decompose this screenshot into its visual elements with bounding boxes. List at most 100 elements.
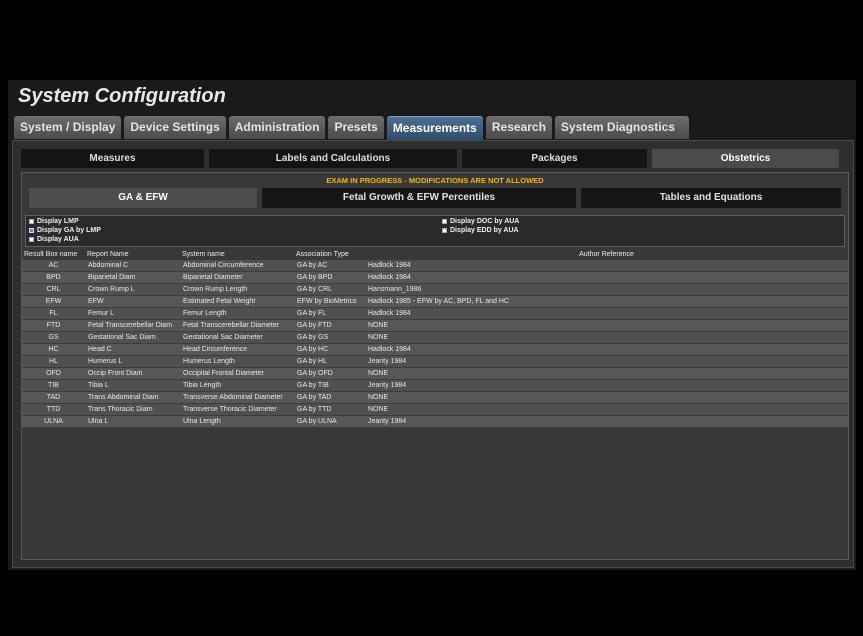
cell-author-reference: NONE [365,391,848,404]
cell-report-name: Humerus L [85,355,180,368]
display-edd-by-aua-checkbox[interactable] [442,228,447,233]
tab-research[interactable]: Research [485,116,552,139]
cell-report-name: Crown Rump L [85,283,180,296]
table-row[interactable]: HL Humerus L Humerus Length GA by HL Jeanty … [22,355,848,368]
display-ga-by-lmp-label: Display GA by LMP [37,227,101,234]
cell-association-type: GA by TTD [294,403,365,416]
cell-system-name: Crown Rump Length [180,283,294,296]
tab-tables-and-equations[interactable]: Tables and Equations [581,188,841,208]
display-lmp-option[interactable]: Display LMP [29,218,79,225]
table-header-row: Result Box name Report Name System name … [22,248,848,260]
tab-device-settings[interactable]: Device Settings [124,116,226,139]
table-row[interactable]: TIB Tibia L Tibia Length GA by TIB Jeanty 19… [22,379,848,392]
table-row[interactable]: FTD Fetal Transcerebellar Diam Fetal Trans… [22,319,848,332]
cell-author-reference: NONE [365,367,848,380]
cell-author-reference: NONE [365,331,848,344]
column-header-association-type[interactable]: Association Type [294,248,365,260]
table-row[interactable]: TTD Trans Thoracic Diam Transverse Thoraci… [22,403,848,416]
cell-result-box-name: CRL [22,283,85,296]
exam-in-progress-warning: EXAM IN PROGRESS - MODIFICATIONS ARE NOT… [326,176,544,185]
cell-author-reference: Hadlock 1984 [365,343,848,356]
cell-association-type: GA by HC [294,343,365,356]
table-row[interactable]: EFW EFW Estimated Fetal Weight EFW by BioMe… [22,295,848,308]
table-row[interactable]: FL Femur L Femur Length GA by FL Hadlock 198… [22,307,848,320]
tab-ga-efw[interactable]: GA & EFW [29,188,257,208]
cell-report-name: Gestational Sac Diam [85,331,180,344]
cell-author-reference: Hansmann_1986 [365,283,848,296]
column-header-system-name[interactable]: System name [180,248,294,260]
cell-author-reference: Jeanty 1984 [365,355,848,368]
cell-result-box-name: BPD [22,271,85,284]
table-row[interactable]: OFD Occip Front Diam Occipital Frontal Dia… [22,367,848,380]
cell-result-box-name: TAD [22,391,85,404]
display-doc-by-aua-checkbox[interactable] [442,219,447,224]
tab-system-diagnostics[interactable]: System Diagnostics [554,116,689,139]
subtab-obstetrics[interactable]: Obstetrics [652,149,839,168]
display-edd-by-aua-option[interactable]: Display EDD by AUA [442,227,519,234]
display-ga-by-lmp-checkbox[interactable] [29,228,34,233]
cell-association-type: GA by BPD [294,271,365,284]
display-lmp-label: Display LMP [37,218,79,225]
cell-report-name: Trans Thoracic Diam [85,403,180,416]
tab-measurements[interactable]: Measurements [386,116,483,140]
cell-system-name: Humerus Length [180,355,294,368]
obstetrics-panel: EXAM IN PROGRESS - MODIFICATIONS ARE NOT… [21,172,849,560]
cell-system-name: Estimated Fetal Weight [180,295,294,308]
cell-report-name: Biparietal Diam [85,271,180,284]
cell-report-name: Abdominal C [85,260,180,272]
table-row[interactable]: BPD Biparietal Diam Biparietal Diameter GA … [22,271,848,284]
table-row[interactable]: HC Head C Head Circumference GA by HC Hadloc… [22,343,848,356]
display-options-box: Display LMP Display GA by LMP Display AU… [25,215,845,247]
table-row[interactable]: CRL Crown Rump L Crown Rump Length GA by CR… [22,283,848,296]
display-edd-by-aua-label: Display EDD by AUA [450,227,519,234]
cell-result-box-name: FL [22,307,85,320]
subtab-labels-and-calculations[interactable]: Labels and Calculations [209,149,457,168]
tab-fetal-growth[interactable]: Fetal Growth & EFW Percentiles [262,188,576,208]
table-body: AC Abdominal C Abdominal Circumference GA b… [22,260,848,428]
display-lmp-checkbox[interactable] [29,219,34,224]
cell-system-name: Occipital Frontal Diameter [180,367,294,380]
measurements-panel: Measures Labels and Calculations Package… [12,140,854,568]
cell-author-reference: Jeanty 1984 [365,379,848,392]
cell-result-box-name: HC [22,343,85,356]
column-header-report-name[interactable]: Report Name [85,248,180,260]
cell-result-box-name: GS [22,331,85,344]
cell-system-name: Transverse Abdominal Diameter [180,391,294,404]
cell-author-reference: Hadlock 1985 - EFW by AC, BPD, FL and HC [365,295,848,308]
table-row[interactable]: AC Abdominal C Abdominal Circumference GA b… [22,260,848,272]
tab-presets[interactable]: Presets [328,116,384,139]
tab-system-display[interactable]: System / Display [14,116,122,139]
cell-result-box-name: TTD [22,403,85,416]
cell-association-type: GA by TIB [294,379,365,392]
measurements-table: Result Box name Report Name System name … [22,248,848,428]
subtab-measures[interactable]: Measures [21,149,204,168]
cell-result-box-name: OFD [22,367,85,380]
display-doc-by-aua-option[interactable]: Display DOC by AUA [442,218,519,225]
table-row[interactable]: ULNA Ulna L Ulna Length GA by ULNA Jeanty 19… [22,415,848,428]
cell-result-box-name: TIB [22,379,85,392]
cell-association-type: GA by OFD [294,367,365,380]
cell-report-name: EFW [85,295,180,308]
cell-association-type: GA by TAD [294,391,365,404]
column-header-author-reference[interactable]: Author Reference [365,248,848,260]
system-configuration-window: System Configuration System / Display De… [8,80,856,570]
cell-author-reference: NONE [365,319,848,332]
cell-system-name: Gestational Sac Diameter [180,331,294,344]
display-ga-by-lmp-option[interactable]: Display GA by LMP [29,227,101,234]
cell-system-name: Femur Length [180,307,294,320]
column-header-result-box-name[interactable]: Result Box name [22,248,85,260]
display-aua-checkbox[interactable] [29,237,34,242]
cell-author-reference: Jeanty 1984 [365,415,848,428]
cell-system-name: Tibia Length [180,379,294,392]
page-title: System Configuration [18,85,226,107]
table-row[interactable]: TAD Trans Abdominal Diam Transverse Abdomi… [22,391,848,404]
tab-administration[interactable]: Administration [228,116,326,139]
cell-system-name: Head Circumference [180,343,294,356]
cell-result-box-name: FTD [22,319,85,332]
display-aua-option[interactable]: Display AUA [29,236,79,243]
subtab-packages[interactable]: Packages [462,149,647,168]
display-aua-label: Display AUA [37,236,79,243]
cell-association-type: GA by FL [294,307,365,320]
table-row[interactable]: GS Gestational Sac Diam Gestational Sac Di… [22,331,848,344]
cell-report-name: Femur L [85,307,180,320]
